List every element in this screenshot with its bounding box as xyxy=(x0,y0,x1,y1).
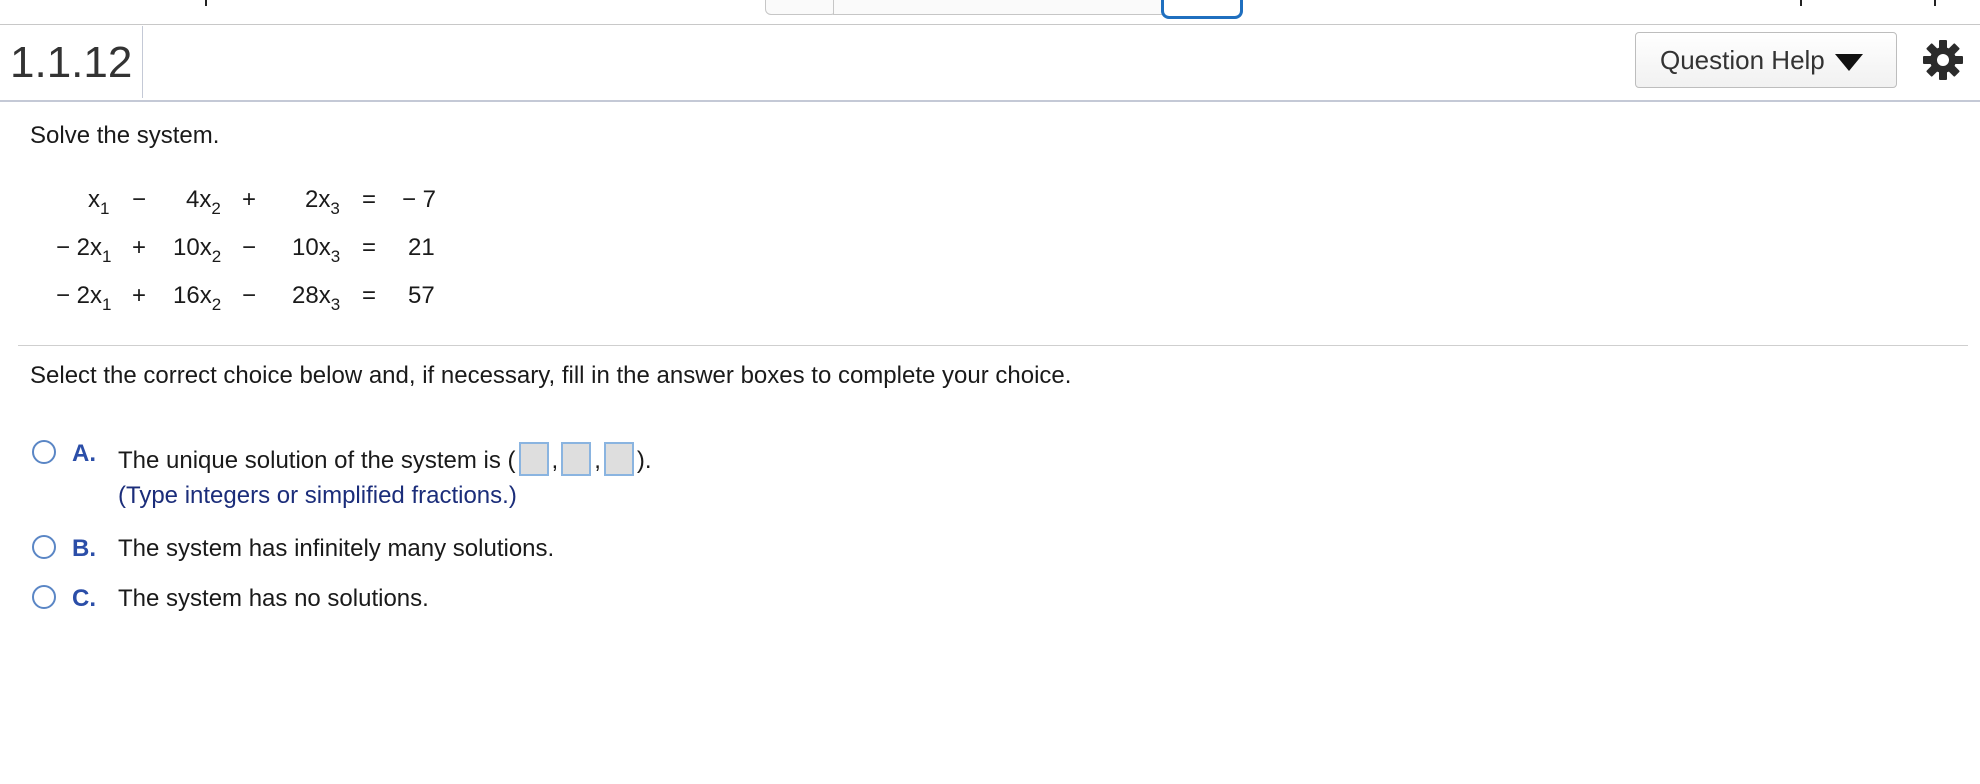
gear-icon[interactable] xyxy=(1922,39,1964,81)
choice-b-text: The system has infinitely many solutions… xyxy=(118,535,555,562)
choice-c-radio[interactable] xyxy=(32,585,56,609)
choice-a-text: The unique solution of the system is (,,… xyxy=(118,442,652,476)
term-x3: 28x3 xyxy=(292,282,341,314)
choice-a-radio[interactable] xyxy=(32,440,56,464)
rhs-value: 57 xyxy=(408,282,435,309)
question-help-label: Question Help xyxy=(1660,44,1825,75)
term-x2: 10x2 xyxy=(173,234,222,266)
answer-box-3[interactable] xyxy=(603,442,634,476)
choice-c-letter: C. xyxy=(72,585,96,612)
term-x1: x1 xyxy=(88,186,110,218)
answer-box-1[interactable] xyxy=(518,442,549,476)
operator: + xyxy=(132,282,147,309)
toolbar-active-tab[interactable] xyxy=(1161,0,1243,19)
operator: − xyxy=(242,234,257,261)
term-x2: 4x2 xyxy=(186,186,221,218)
answer-box-2[interactable] xyxy=(561,442,592,476)
operator: + xyxy=(132,234,147,261)
choice-a-hint: (Type integers or simplified fractions.) xyxy=(118,482,517,509)
section-divider xyxy=(18,345,1968,346)
term-x3: 10x3 xyxy=(292,234,341,266)
rhs-value: − 7 xyxy=(402,186,437,213)
toolbar-tick xyxy=(1800,0,1802,6)
equals-sign: = xyxy=(362,186,377,213)
equals-sign: = xyxy=(362,282,377,309)
header-divider xyxy=(142,26,143,98)
operator: − xyxy=(132,186,147,213)
toolbar-middle-tab[interactable] xyxy=(833,0,1165,15)
term-x2: 16x2 xyxy=(173,282,222,314)
toolbar-tick xyxy=(1934,0,1936,6)
question-number: 1.1.12 xyxy=(10,38,133,87)
choice-c-text: The system has no solutions. xyxy=(118,585,429,612)
problem-instruction: Solve the system. xyxy=(30,122,220,149)
toolbar-tick xyxy=(205,0,207,6)
top-toolbar xyxy=(0,0,1980,25)
choice-a-letter: A. xyxy=(72,440,96,467)
term-x3: 2x3 xyxy=(305,186,340,218)
question-header: 1.1.12 Question Help xyxy=(0,24,1980,102)
question-help-button[interactable]: Question Help xyxy=(1635,32,1897,88)
choice-b-radio[interactable] xyxy=(32,535,56,559)
operator: + xyxy=(242,186,257,213)
choice-b-letter: B. xyxy=(72,535,96,562)
choices-instruction: Select the correct choice below and, if … xyxy=(30,362,1072,389)
operator: − xyxy=(242,282,257,309)
toolbar-prev-tab[interactable] xyxy=(765,0,837,15)
caret-down-icon xyxy=(1834,53,1863,71)
equals-sign: = xyxy=(362,234,377,261)
rhs-value: 21 xyxy=(408,234,435,261)
term-x1: − 2x1 xyxy=(56,282,112,314)
term-x1: − 2x1 xyxy=(56,234,112,266)
